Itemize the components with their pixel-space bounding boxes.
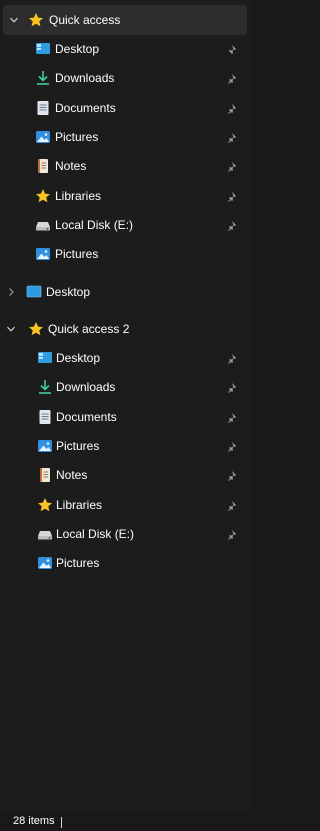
list-item-label: Downloads <box>56 380 116 394</box>
drive-icon <box>38 531 52 540</box>
list-item-label: Documents <box>55 101 116 115</box>
pin-icon[interactable] <box>227 103 239 115</box>
navigation-pane: Quick access Desktop Downloads Documents… <box>0 0 250 812</box>
star-icon <box>38 498 52 512</box>
pictures-icon <box>36 248 50 260</box>
list-item-libraries[interactable]: Libraries <box>0 182 250 211</box>
list-item-local-disk[interactable]: Local Disk (E:) <box>0 211 250 240</box>
list-item-pictures-library[interactable]: Pictures <box>0 549 250 578</box>
pin-icon[interactable] <box>227 470 239 482</box>
pin-icon[interactable] <box>227 500 239 512</box>
pin-icon[interactable] <box>227 191 239 203</box>
item-count: 28 items <box>13 815 55 827</box>
tree-item-label: Quick access <box>49 13 121 27</box>
list-item-label: Pictures <box>56 439 100 453</box>
list-item-label: Pictures <box>56 556 100 570</box>
pin-icon[interactable] <box>227 44 239 56</box>
pin-icon[interactable] <box>227 353 239 365</box>
list-item-libraries[interactable]: Libraries <box>0 491 250 520</box>
star-icon <box>29 13 43 27</box>
tree-item-label: Desktop <box>46 285 91 299</box>
list-item-label: Desktop <box>56 351 101 365</box>
list-item-pictures[interactable]: Pictures <box>0 123 250 152</box>
tree-item-desktop[interactable]: Desktop <box>0 277 250 307</box>
download-icon <box>39 380 51 394</box>
notes-icon <box>38 159 48 173</box>
list-item-notes[interactable]: Notes <box>0 152 250 181</box>
pin-icon[interactable] <box>227 382 239 394</box>
list-item-label: Pictures <box>55 130 99 144</box>
list-item-label: Pictures <box>55 247 99 261</box>
pin-icon[interactable] <box>227 220 239 232</box>
list-item-desktop[interactable]: Desktop <box>0 344 250 373</box>
document-icon <box>37 101 49 115</box>
list-item-pictures[interactable]: Pictures <box>0 432 250 461</box>
document-icon <box>39 410 51 424</box>
list-item-pictures-library[interactable]: Pictures <box>0 240 250 269</box>
chevron-down-icon[interactable] <box>6 324 16 334</box>
list-item-desktop[interactable]: Desktop <box>0 35 250 64</box>
tree-item-label: Quick access 2 <box>48 322 130 336</box>
star-icon <box>29 322 43 336</box>
pin-icon[interactable] <box>227 441 239 453</box>
star-icon <box>36 189 50 203</box>
chevron-right-icon[interactable] <box>6 287 16 297</box>
pin-icon[interactable] <box>227 412 239 424</box>
list-item-local-disk[interactable]: Local Disk (E:) <box>0 520 250 549</box>
list-item-label: Local Disk (E:) <box>55 218 134 232</box>
list-item-label: Notes <box>55 159 87 173</box>
list-item-notes[interactable]: Notes <box>0 461 250 490</box>
list-item-label: Desktop <box>55 42 100 56</box>
list-item-label: Libraries <box>55 189 102 203</box>
pictures-icon <box>38 557 52 569</box>
pin-icon[interactable] <box>227 132 239 144</box>
pictures-icon <box>36 131 50 143</box>
list-item-downloads[interactable]: Downloads <box>0 373 250 402</box>
list-item-label: Local Disk (E:) <box>56 527 135 541</box>
download-icon <box>37 71 49 85</box>
drive-icon <box>36 222 50 231</box>
list-item-label: Notes <box>56 468 88 482</box>
list-item-label: Documents <box>56 410 117 424</box>
notes-icon <box>40 468 50 482</box>
pictures-icon <box>38 440 52 452</box>
status-separator <box>61 817 62 828</box>
list-item-documents[interactable]: Documents <box>0 94 250 123</box>
tree-item-quick-access[interactable]: Quick access <box>3 5 247 35</box>
desktop-icon <box>26 285 42 298</box>
list-item-documents[interactable]: Documents <box>0 403 250 432</box>
desktop-icon <box>38 352 52 363</box>
pin-icon[interactable] <box>227 73 239 85</box>
pin-icon[interactable] <box>227 529 239 541</box>
pin-icon[interactable] <box>227 161 239 173</box>
status-bar: 28 items <box>0 812 250 831</box>
list-item-label: Libraries <box>56 498 103 512</box>
list-item-label: Downloads <box>55 71 115 85</box>
desktop-icon <box>36 43 50 54</box>
chevron-down-icon[interactable] <box>9 15 19 25</box>
list-item-downloads[interactable]: Downloads <box>0 64 250 93</box>
tree-item-quick-access-2[interactable]: Quick access 2 <box>0 314 250 344</box>
